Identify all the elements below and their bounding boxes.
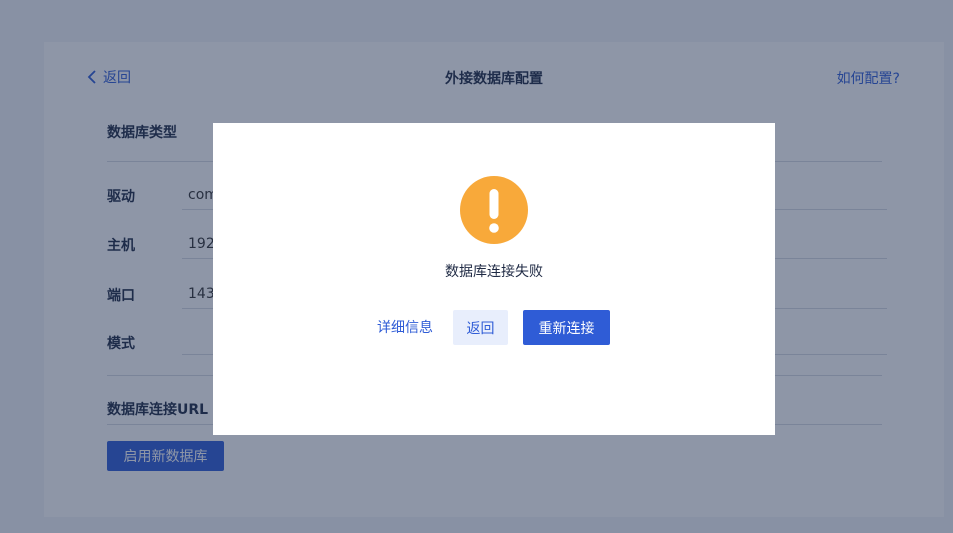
dialog-actions: 详细信息 返回 重新连接 <box>213 310 775 346</box>
dialog-message: 数据库连接失败 <box>445 264 543 280</box>
back-button[interactable]: 返回 <box>453 310 508 345</box>
details-button[interactable]: 详细信息 <box>377 310 433 346</box>
warning-icon <box>460 176 528 244</box>
reconnect-button[interactable]: 重新连接 <box>523 310 610 345</box>
connection-failed-dialog: 数据库连接失败 详细信息 返回 重新连接 <box>213 123 775 435</box>
